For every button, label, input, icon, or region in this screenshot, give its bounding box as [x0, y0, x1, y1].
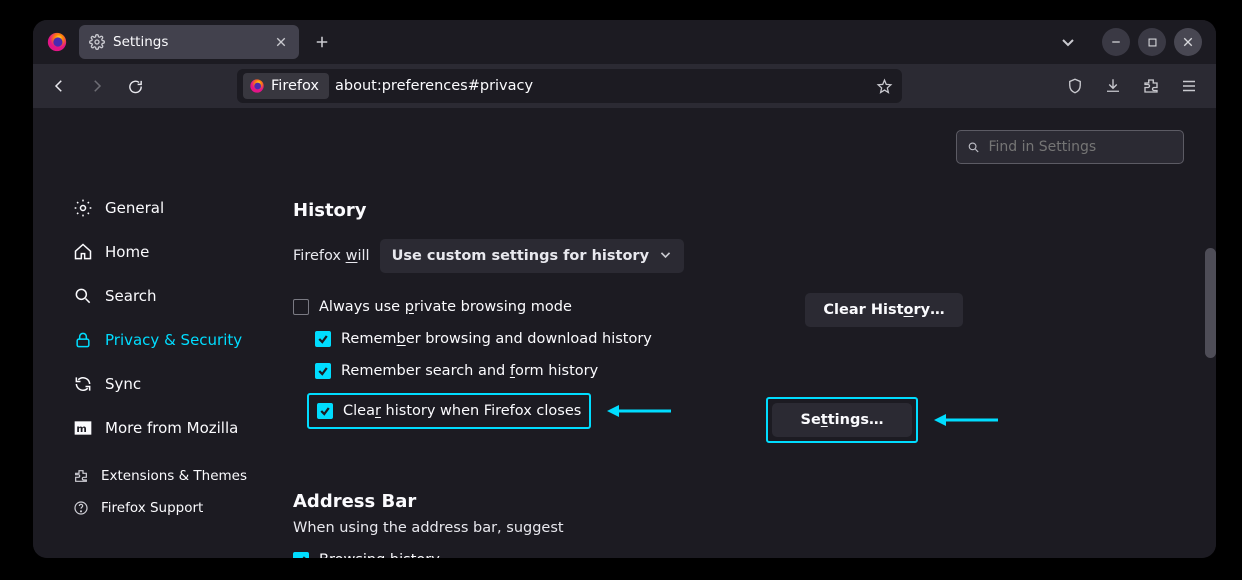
- tabs-dropdown-button[interactable]: [1054, 28, 1082, 56]
- sidebar-item-label: Firefox Support: [101, 500, 203, 516]
- new-tab-button[interactable]: [307, 27, 337, 57]
- checkbox-icon: [293, 299, 309, 315]
- lock-icon: [73, 330, 93, 350]
- clear-on-close-highlight: Clear history when Firefox closes: [307, 393, 591, 429]
- maximize-button[interactable]: [1138, 28, 1166, 56]
- clear-on-close-checkbox[interactable]: Clear history when Firefox closes: [317, 399, 581, 423]
- clear-on-close-settings-button[interactable]: Settings…: [772, 403, 912, 437]
- sidebar-item-label: More from Mozilla: [105, 419, 238, 437]
- mozilla-icon: m: [73, 418, 93, 438]
- settings-button-highlight: Settings…: [766, 397, 918, 443]
- settings-sidebar: General Home Search Privacy & Security: [33, 108, 293, 558]
- url-text: about:preferences#privacy: [335, 78, 866, 94]
- sidebar-item-label: Home: [105, 243, 149, 261]
- sidebar-item-extensions[interactable]: Extensions & Themes: [63, 460, 293, 492]
- remember-form-checkbox[interactable]: Remember search and form history: [293, 355, 743, 387]
- sidebar-item-sync[interactable]: Sync: [63, 362, 293, 406]
- svg-text:m: m: [76, 424, 86, 435]
- browser-window: Settings: [33, 20, 1216, 558]
- toolbar: Firefox about:preferences#privacy: [33, 64, 1216, 108]
- checkbox-checked-icon: [315, 363, 331, 379]
- address-bar-heading: Address Bar: [293, 491, 963, 512]
- sidebar-item-label: Search: [105, 287, 157, 305]
- gear-icon: [73, 198, 93, 218]
- sidebar-item-label: General: [105, 199, 164, 217]
- identity-label: Firefox: [271, 78, 319, 94]
- menu-icon[interactable]: [1172, 70, 1206, 102]
- sidebar-item-search[interactable]: Search: [63, 274, 293, 318]
- address-bar-section: Address Bar When using the address bar, …: [293, 491, 963, 558]
- downloads-icon[interactable]: [1096, 70, 1130, 102]
- address-bar-subtext: When using the address bar, suggest: [293, 520, 963, 536]
- identity-box[interactable]: Firefox: [243, 73, 329, 99]
- firefox-logo-icon: [249, 78, 265, 94]
- tab-label: Settings: [113, 34, 265, 50]
- home-icon: [73, 242, 93, 262]
- annotation-arrow-icon: [605, 401, 675, 421]
- suggest-browsing-history-checkbox[interactable]: Browsing history: [293, 544, 963, 558]
- history-mode-row: Firefox will Use custom settings for his…: [293, 239, 963, 273]
- sidebar-item-label: Sync: [105, 375, 141, 393]
- shield-icon[interactable]: [1058, 70, 1092, 102]
- tab-strip: Settings: [33, 20, 1216, 64]
- checkbox-checked-icon: [293, 552, 309, 558]
- sidebar-item-label: Extensions & Themes: [101, 468, 247, 484]
- remember-browsing-checkbox[interactable]: Remember browsing and download history: [293, 323, 743, 355]
- annotation-arrow-icon: [932, 410, 1002, 430]
- always-private-checkbox[interactable]: Always use private browsing mode: [293, 291, 743, 323]
- sync-icon: [73, 374, 93, 394]
- forward-button[interactable]: [81, 70, 113, 102]
- chevron-down-icon: [659, 248, 672, 265]
- main-panel: History Firefox will Use custom settings…: [293, 108, 1216, 558]
- close-button[interactable]: [1174, 28, 1202, 56]
- sidebar-item-home[interactable]: Home: [63, 230, 293, 274]
- search-icon: [967, 140, 980, 155]
- extensions-icon[interactable]: [1134, 70, 1168, 102]
- clear-history-button[interactable]: Clear History…: [805, 293, 962, 327]
- firefox-logo-icon: [43, 28, 71, 56]
- history-options: Always use private browsing mode Remembe…: [293, 291, 743, 429]
- sidebar-item-general[interactable]: General: [63, 186, 293, 230]
- history-mode-select[interactable]: Use custom settings for history: [380, 239, 684, 273]
- find-in-settings-input[interactable]: [988, 139, 1173, 155]
- close-icon[interactable]: [273, 34, 289, 50]
- history-mode-value: Use custom settings for history: [392, 248, 649, 264]
- url-bar[interactable]: Firefox about:preferences#privacy: [237, 69, 902, 103]
- checkbox-checked-icon: [317, 403, 333, 419]
- find-in-settings[interactable]: [956, 130, 1184, 164]
- minimize-button[interactable]: [1102, 28, 1130, 56]
- sidebar-item-support[interactable]: Firefox Support: [63, 492, 293, 524]
- sidebar-item-more[interactable]: m More from Mozilla: [63, 406, 293, 450]
- sidebar-item-privacy[interactable]: Privacy & Security: [63, 318, 293, 362]
- gear-icon: [89, 34, 105, 50]
- puzzle-icon: [73, 468, 89, 484]
- tab-settings[interactable]: Settings: [79, 25, 299, 59]
- bookmark-star-icon[interactable]: [872, 74, 896, 98]
- reload-button[interactable]: [119, 70, 151, 102]
- back-button[interactable]: [43, 70, 75, 102]
- content-area: General Home Search Privacy & Security: [33, 108, 1216, 558]
- help-icon: [73, 500, 89, 516]
- sidebar-item-label: Privacy & Security: [105, 331, 242, 349]
- search-icon: [73, 286, 93, 306]
- history-heading: History: [293, 200, 963, 221]
- history-section: History Firefox will Use custom settings…: [293, 200, 963, 558]
- checkbox-checked-icon: [315, 331, 331, 347]
